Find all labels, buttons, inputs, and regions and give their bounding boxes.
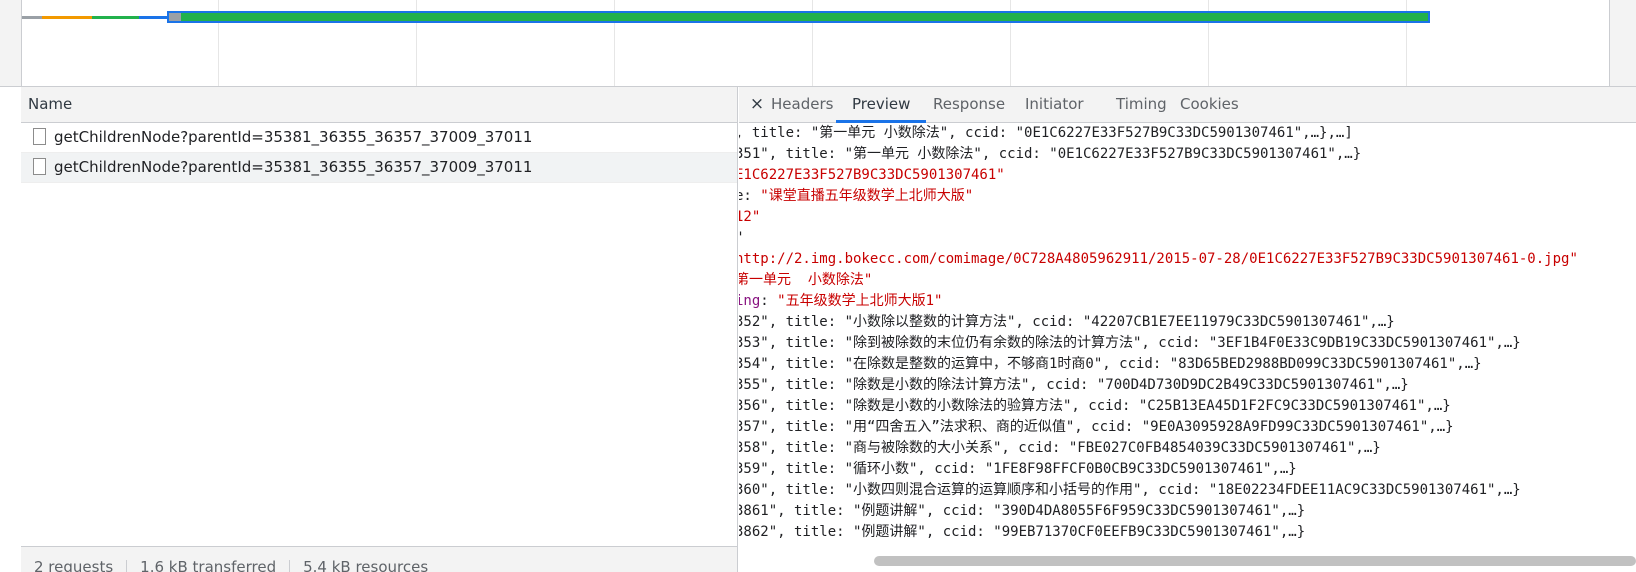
json-text: , ccid:: [948, 125, 1016, 141]
json-text: 358", title: "商与被除数的大小关系", ccid: "FBE027…: [739, 440, 1381, 456]
preview-line[interactable]: http://2.img.bokecc.com/comimage/0C728A4…: [739, 249, 1636, 270]
overview-selection[interactable]: [167, 11, 1430, 23]
tab-response[interactable]: Response: [933, 87, 1005, 122]
json-text: , title:: [739, 125, 811, 141]
requests-count: 2 requests: [34, 558, 114, 572]
preview-line[interactable]: E1C6227E33F527B9C33DC5901307461": [739, 165, 1636, 186]
overview-selection-handle[interactable]: [169, 13, 181, 21]
json-string: "课堂直播五年级数学上北师大版": [760, 188, 974, 204]
json-string: "五年级数学上北师大版1": [777, 293, 943, 309]
preview-line[interactable]: 353", title: "除到被除数的末位仍有余数的除法的计算方法", cci…: [739, 333, 1636, 354]
preview-line[interactable]: 358", title: "商与被除数的大小关系", ccid: "FBE027…: [739, 438, 1636, 459]
json-text: 357", title: "用“四舍五入”法求积、商的近似值", ccid: "…: [739, 419, 1454, 435]
preview-line[interactable]: 351", title: "第一单元 小数除法", ccid: "0E1C622…: [739, 144, 1636, 165]
name-column-header[interactable]: Name: [21, 87, 737, 123]
request-row-selected[interactable]: getChildrenNode?parentId=35381_36355_363…: [21, 153, 737, 183]
preview-line[interactable]: 12": [739, 207, 1636, 228]
close-icon[interactable]: ×: [748, 94, 766, 114]
tab-preview[interactable]: Preview: [836, 87, 927, 123]
resources-size: 5.4 kB resources: [303, 558, 429, 572]
overview-left-rail: [0, 0, 22, 86]
request-name: getChildrenNode?parentId=35381_36355_363…: [54, 128, 533, 146]
tab-initiator[interactable]: Initiator: [1025, 87, 1084, 122]
json-text: :: [760, 293, 778, 309]
preview-line[interactable]: , title: "第一单元 小数除法", ccid: "0E1C6227E33…: [739, 123, 1636, 144]
json-string: http://2.img.bokecc.com/comimage/0C728A4…: [739, 251, 1578, 267]
json-text: 352", title: "小数除以整数的计算方法", ccid: "42207…: [739, 314, 1395, 330]
scrollbar-thumb[interactable]: [874, 556, 1636, 566]
network-overview[interactable]: [0, 0, 1636, 87]
preview-line[interactable]: 355", title: "除数是小数的除法计算方法", ccid: "700D…: [739, 375, 1636, 396]
preview-line[interactable]: ": [739, 228, 1636, 249]
detail-tab-bar: × Headers Preview Response Initiator Tim…: [739, 87, 1636, 123]
horizontal-scrollbar[interactable]: [739, 549, 1636, 572]
json-string: 第一单元 小数除法": [739, 272, 873, 288]
json-text: 359", title: "循环小数", ccid: "1FE8F98FFCF0…: [739, 461, 1297, 477]
tab-timing[interactable]: Timing: [1116, 87, 1167, 122]
preview-line[interactable]: ing: "五年级数学上北师大版1": [739, 291, 1636, 312]
preview-line[interactable]: 359", title: "循环小数", ccid: "1FE8F98FFCF0…: [739, 459, 1636, 480]
preview-line[interactable]: 357", title: "用“四舍五入”法求积、商的近似值", ccid: "…: [739, 417, 1636, 438]
request-name: getChildrenNode?parentId=35381_36355_363…: [54, 158, 533, 176]
json-text: 354", title: "在除数是整数的运算中，不够商1时商0", ccid:…: [739, 356, 1482, 372]
tab-headers[interactable]: Headers: [771, 87, 833, 122]
json-preview[interactable]: , title: "第一单元 小数除法", ccid: "0E1C6227E33…: [739, 123, 1636, 549]
preview-line[interactable]: 356", title: "除数是小数的小数除法的验算方法", ccid: "C…: [739, 396, 1636, 417]
json-text: ": [739, 230, 743, 246]
json-text: e:: [739, 188, 752, 204]
json-text: 356", title: "除数是小数的小数除法的验算方法", ccid: "C…: [739, 398, 1451, 414]
request-row[interactable]: getChildrenNode?parentId=35381_36355_363…: [21, 123, 737, 153]
json-text: 355", title: "除数是小数的除法计算方法", ccid: "700D…: [739, 377, 1409, 393]
json-text: 360", title: "小数四则混合运算的运算顺序和小括号的作用", cci…: [739, 482, 1521, 498]
json-text: 3862", title: "例题讲解", ccid: "99EB71370CF…: [739, 524, 1306, 540]
overview-track-connector: [139, 16, 167, 19]
json-string: 12": [739, 209, 761, 225]
json-text: 3861", title: "例题讲解", ccid: "390D4DA8055…: [739, 503, 1306, 519]
preview-line[interactable]: 3862", title: "例题讲解", ccid: "99EB71370CF…: [739, 522, 1636, 543]
request-detail-panel: × Headers Preview Response Initiator Tim…: [739, 87, 1636, 572]
overview-track-download: [92, 16, 139, 19]
json-text: "0E1C6227E33F527B9C33DC5901307461": [1015, 125, 1303, 141]
preview-line[interactable]: 354", title: "在除数是整数的运算中，不够商1时商0", ccid:…: [739, 354, 1636, 375]
json-text: ,…},…]: [1302, 125, 1353, 141]
document-icon: [33, 128, 46, 145]
preview-line[interactable]: 第一单元 小数除法": [739, 270, 1636, 291]
request-list-panel: Name getChildrenNode?parentId=35381_3635…: [21, 87, 738, 572]
json-string: E1C6227E33F527B9C33DC5901307461": [739, 167, 1005, 183]
tab-cookies[interactable]: Cookies: [1180, 87, 1239, 122]
preview-line[interactable]: 352", title: "小数除以整数的计算方法", ccid: "42207…: [739, 312, 1636, 333]
preview-line[interactable]: 3861", title: "例题讲解", ccid: "390D4DA8055…: [739, 501, 1636, 522]
json-key: ing: [739, 293, 761, 309]
json-text: 351", title: "第一单元 小数除法", ccid: "0E1C622…: [739, 146, 1362, 162]
json-text: 353", title: "除到被除数的末位仍有余数的除法的计算方法", cci…: [739, 335, 1521, 351]
preview-line[interactable]: e: "课堂直播五年级数学上北师大版": [739, 186, 1636, 207]
transferred-size: 1.6 kB transferred: [140, 558, 277, 572]
overview-track-waiting: [42, 16, 92, 19]
network-summary-bar: 2 requests 1.6 kB transferred 5.4 kB resou…: [21, 546, 737, 572]
json-text: "第一单元 小数除法": [810, 125, 949, 141]
document-icon: [33, 158, 46, 175]
overview-track-stalled: [22, 16, 42, 19]
overview-right-rail: [1609, 0, 1636, 86]
preview-line[interactable]: 360", title: "小数四则混合运算的运算顺序和小括号的作用", cci…: [739, 480, 1636, 501]
